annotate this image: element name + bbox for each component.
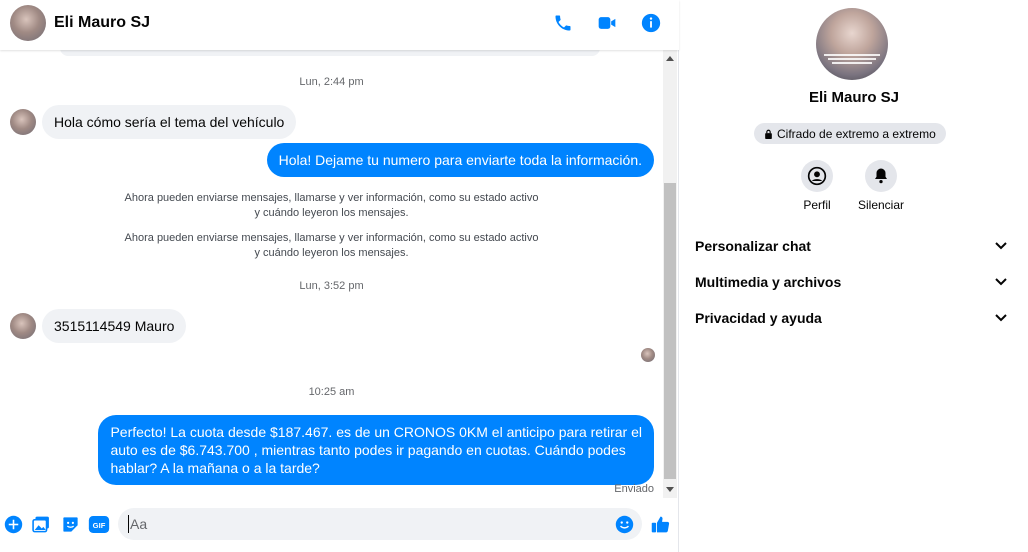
delivery-status: Enviado (614, 483, 654, 495)
mute-label: Silenciar (857, 198, 905, 212)
message-row-incoming: 3515114549 Mauro (10, 309, 187, 343)
composer: GIF (0, 498, 679, 552)
system-notice-line: y cuándo leyeron los mensajes. (254, 247, 409, 259)
avatar[interactable] (10, 313, 36, 339)
info-contact-name: Eli Mauro SJ (808, 89, 900, 106)
section-media-files[interactable]: Multimedia y archivos (695, 270, 1007, 294)
messenger-window: Eli Mauro SJ Lun, 2:44 pm Hola cómo serí… (0, 0, 1028, 552)
encryption-badge[interactable]: Cifrado de extremo a extremo (754, 123, 946, 144)
avatar[interactable] (10, 109, 36, 135)
message-list[interactable]: Lun, 2:44 pm Hola cómo sería el tema del… (0, 50, 679, 498)
message-input-container (118, 508, 642, 540)
section-label: Personalizar chat (695, 238, 811, 254)
header-actions (551, 11, 663, 35)
message-line: Perfecto! La cuota desde $187.467. es de… (110, 424, 642, 440)
phone-icon[interactable] (551, 11, 575, 35)
scroll-thumb[interactable] (664, 183, 676, 479)
message-line: hablar? A la mañana o a la tarde? (110, 460, 320, 476)
gif-icon[interactable]: GIF (88, 514, 110, 534)
chevron-down-icon (995, 314, 1007, 322)
scroll-up-arrow-icon[interactable] (666, 56, 674, 61)
contact-name[interactable]: Eli Mauro SJ (54, 14, 150, 32)
timestamp: 10:25 am (308, 386, 355, 398)
chat-panel: Eli Mauro SJ Lun, 2:44 pm Hola cómo serí… (0, 0, 679, 552)
system-notice-line: Ahora pueden enviarse mensajes, llamarse… (124, 192, 539, 204)
text-cursor (128, 515, 129, 533)
message-line: auto es de $6.743.700 , mientras tanto p… (110, 442, 626, 458)
seen-indicator-avatar (641, 348, 655, 362)
section-label: Privacidad y ayuda (695, 310, 822, 326)
plus-icon[interactable] (3, 514, 23, 534)
scroll-down-arrow-icon[interactable] (666, 487, 674, 492)
video-camera-icon[interactable] (595, 11, 619, 35)
chevron-down-icon (995, 242, 1007, 250)
section-customize-chat[interactable]: Personalizar chat (695, 234, 1007, 258)
conversation-info-panel: Eli Mauro SJ Cifrado de extremo a extrem… (680, 0, 1028, 552)
section-label: Multimedia y archivos (695, 274, 842, 290)
message-bubble[interactable]: Hola cómo sería el tema del vehículo (42, 105, 297, 139)
profile-icon (807, 166, 827, 186)
mute-button[interactable] (865, 160, 897, 192)
image-icon[interactable] (31, 514, 51, 534)
profile-button[interactable] (801, 160, 833, 192)
gif-label: GIF (93, 520, 106, 529)
sticker-icon[interactable] (60, 514, 80, 534)
scrollbar[interactable] (663, 50, 677, 498)
avatar[interactable] (10, 5, 46, 41)
timestamp: Lun, 2:44 pm (299, 76, 364, 88)
bell-icon (875, 168, 887, 184)
system-notice-line: Ahora pueden enviarse mensajes, llamarse… (124, 232, 539, 244)
encryption-label: Cifrado de extremo a extremo (777, 126, 936, 141)
section-privacy-help[interactable]: Privacidad y ayuda (695, 306, 1007, 330)
message-bubble-outgoing[interactable]: Perfecto! La cuota desde $187.467. es de… (98, 415, 654, 485)
system-notice: Ahora pueden enviarse mensajes, llamarse… (0, 191, 663, 221)
system-notice: Ahora pueden enviarse mensajes, llamarse… (0, 231, 663, 261)
previous-message (60, 50, 600, 56)
chat-header: Eli Mauro SJ (0, 0, 679, 50)
system-notice-line: y cuándo leyeron los mensajes. (254, 207, 409, 219)
message-row-incoming: Hola cómo sería el tema del vehículo (10, 105, 297, 139)
avatar-caption (822, 52, 882, 68)
info-icon[interactable] (639, 11, 663, 35)
emoji-icon[interactable] (614, 514, 634, 534)
lock-icon (765, 129, 772, 139)
chevron-down-icon (995, 278, 1007, 286)
mute-action[interactable]: Silenciar (841, 160, 921, 212)
message-bubble-outgoing[interactable]: Hola! Dejame tu numero para enviarte tod… (266, 143, 654, 177)
timestamp: Lun, 3:52 pm (299, 280, 364, 292)
avatar[interactable] (816, 8, 888, 80)
message-bubble[interactable]: 3515114549 Mauro (42, 309, 187, 343)
thumbs-up-icon[interactable] (649, 513, 671, 535)
message-input[interactable] (130, 508, 610, 540)
